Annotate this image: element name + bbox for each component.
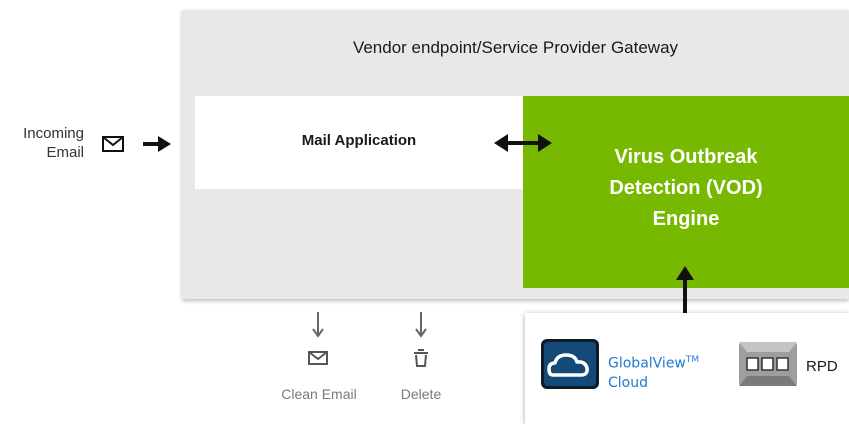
envelope-icon (308, 351, 328, 365)
incoming-line-1: Incoming (23, 125, 84, 142)
vod-label-line-3: Engine (652, 208, 720, 230)
rpd-icon (739, 342, 797, 386)
incoming-line-2: Email (46, 144, 84, 161)
rpd-label: RPD (806, 358, 838, 375)
bidirectional-arrow-icon (494, 134, 552, 152)
trash-icon (414, 349, 428, 367)
envelope-icon (102, 136, 124, 152)
cloud-icon (541, 339, 599, 389)
vod-label-line-1: Virus Outbreak (614, 146, 758, 168)
incoming-email-label: Incoming Email (6, 124, 84, 162)
arrow-right-icon (143, 136, 171, 152)
arrow-down-icon (415, 312, 427, 338)
arrow-down-icon (312, 312, 324, 338)
vod-engine-label: Virus Outbreak Detection (VOD) Engine (523, 142, 849, 235)
vod-label-line-2: Detection (VOD) (609, 177, 763, 199)
clean-email-label: Clean Email (281, 386, 357, 402)
mail-application-label: Mail Application (301, 132, 417, 149)
globalview-cloud-label: GlobalViewTM Cloud (608, 351, 718, 393)
delete-label: Delete (400, 386, 442, 402)
globalview-label-line-1: GlobalViewTM (608, 355, 700, 372)
globalview-label-line-2: Cloud (608, 374, 648, 391)
gateway-title: Vendor endpoint/Service Provider Gateway (352, 38, 679, 57)
